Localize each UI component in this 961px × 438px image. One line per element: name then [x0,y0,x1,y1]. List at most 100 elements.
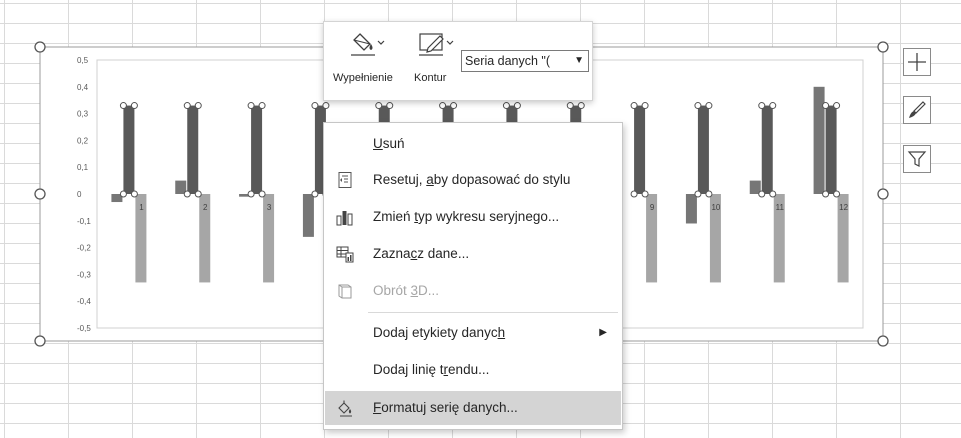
bar-selection-handle[interactable] [119,190,127,198]
bar-selection-handle[interactable] [386,102,394,110]
bar-selection-handle[interactable] [258,190,266,198]
y-tick-label: 0,5 [77,56,89,65]
bar-series-2-cat-11[interactable] [761,105,773,194]
bar-selection-handle[interactable] [822,102,830,110]
bar-selection-handle[interactable] [130,102,138,110]
bar-selection-handle[interactable] [247,190,255,198]
submenu-arrow-icon: ▶ [599,327,607,338]
bar-selection-handle[interactable] [705,190,713,198]
menu-item-reset-style[interactable]: Resetuj, aby dopasować do stylu [325,163,621,197]
bar-selection-handle[interactable] [311,190,319,198]
bar-selection-handle[interactable] [566,102,574,110]
bar-selection-handle[interactable] [130,190,138,198]
x-category-label: 9 [650,203,655,212]
bar-selection-handle[interactable] [641,190,649,198]
bar-selection-handle[interactable] [769,102,777,110]
chart-filters-button[interactable] [903,145,931,173]
x-category-label: 1 [139,203,144,212]
chart-resize-handle[interactable] [34,335,46,347]
bar-selection-handle[interactable] [513,102,521,110]
bar-selection-handle[interactable] [705,102,713,110]
bar-selection-handle[interactable] [194,102,202,110]
x-category-label: 12 [839,203,848,212]
bar-series-2-cat-12[interactable] [825,105,837,194]
bar-selection-handle[interactable] [258,102,266,110]
menu-item-change-chart-type[interactable]: Zmień typ wykresu seryjnego... [325,200,621,234]
menu-item-3d-rotation: Obrót 3D... [325,274,621,308]
select-data-icon [336,246,354,263]
menu-item-add-trendline[interactable]: Dodaj linię trendu... [325,353,621,387]
x-category-label: 11 [776,203,785,212]
chart-resize-handle[interactable] [34,188,46,200]
chart-resize-handle[interactable] [877,335,889,347]
bar-series-2-cat-3[interactable] [251,105,263,194]
bar-series-2-cat-1[interactable] [123,105,135,194]
outline-label: Kontur [414,72,447,84]
y-tick-label: 0 [77,190,82,199]
series-select-value: Seria danych "( [465,54,551,68]
bar-selection-handle[interactable] [694,102,702,110]
funnel-icon [907,151,927,167]
bar-series-1-cat-4[interactable] [302,194,314,237]
plus-icon [908,53,926,71]
bar-selection-handle[interactable] [758,190,766,198]
bar-selection-handle[interactable] [833,190,841,198]
menu-item-format-data-series[interactable]: Formatuj serię danych... [325,391,621,425]
bar-selection-handle[interactable] [119,102,127,110]
bar-selection-handle[interactable] [630,102,638,110]
bar-series-2-cat-9[interactable] [634,105,646,194]
brush-icon [909,101,926,118]
chart-styles-button[interactable] [903,96,931,124]
chart-resize-handle[interactable] [34,41,46,53]
paint-bucket-icon [351,33,385,56]
bar-selection-handle[interactable] [630,190,638,198]
bar-selection-handle[interactable] [183,190,191,198]
fill-button[interactable] [348,28,390,69]
bar-selection-handle[interactable] [577,102,585,110]
bar-series-2-cat-10[interactable] [697,105,709,194]
chart-elements-button[interactable] [903,48,931,76]
series-select[interactable]: Seria danych "( ▼ [461,50,589,72]
bar-selection-handle[interactable] [769,190,777,198]
y-tick-label: -0,1 [77,217,91,226]
bar-selection-handle[interactable] [439,102,447,110]
bar-selection-handle[interactable] [450,102,458,110]
bar-selection-handle[interactable] [322,102,330,110]
fill-label: Wypełnienie [333,72,393,84]
bar-selection-handle[interactable] [502,102,510,110]
bar-series-2-cat-2[interactable] [187,105,199,194]
bar-selection-handle[interactable] [641,102,649,110]
bar-selection-handle[interactable] [183,102,191,110]
y-tick-label: -0,5 [77,324,91,333]
menu-item-select-data[interactable]: Zaznacz dane... [325,237,621,271]
x-category-label: 3 [267,203,272,212]
bar-selection-handle[interactable] [311,102,319,110]
bar-selection-handle[interactable] [758,102,766,110]
outline-button[interactable] [416,28,458,69]
mini-toolbar: Wypełnienie Kontur Seria danych "( ▼ [323,21,593,101]
y-tick-label: 0,2 [77,136,89,145]
chart-resize-handle[interactable] [877,188,889,200]
y-tick-label: 0,1 [77,163,89,172]
bar-series-1-cat-12[interactable] [813,86,825,194]
bar-selection-handle[interactable] [833,102,841,110]
menu-item-delete[interactable]: Usuń [325,127,621,161]
bar-selection-handle[interactable] [194,190,202,198]
pen-outline-icon [419,33,454,56]
bar-selection-handle[interactable] [694,190,702,198]
bar-selection-handle[interactable] [822,190,830,198]
x-category-label: 10 [711,203,720,212]
bar-series-1-cat-10[interactable] [685,194,697,224]
bar-selection-handle[interactable] [375,102,383,110]
bar-selection-handle[interactable] [247,102,255,110]
y-tick-label: -0,4 [77,297,91,306]
rotation-3d-icon [338,284,352,299]
chart-resize-handle[interactable] [877,41,889,53]
y-tick-label: 0,4 [77,83,89,92]
reset-style-icon [338,172,352,188]
chart-type-icon [336,211,353,226]
y-tick-label: -0,3 [77,270,91,279]
context-menu: Usuń Resetuj, aby dopasować do stylu Zmi… [323,122,623,430]
menu-item-add-data-labels[interactable]: Dodaj etykiety danych ▶ [325,316,621,350]
dropdown-arrow-icon: ▼ [574,55,584,66]
